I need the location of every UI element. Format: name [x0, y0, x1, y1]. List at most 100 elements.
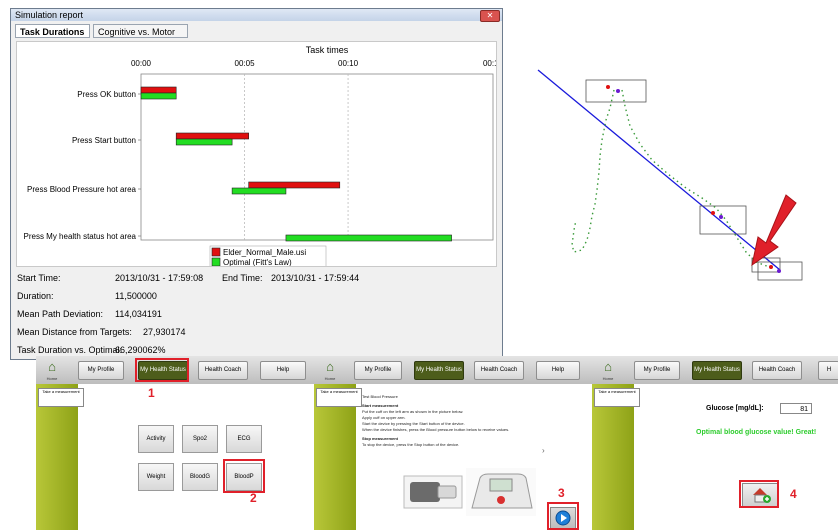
nav-help[interactable]: Help — [260, 361, 306, 380]
category-label: Press My health status hot area — [24, 232, 137, 241]
glucose-value-field[interactable]: 81 — [780, 403, 812, 414]
nav-my-health-status[interactable]: My Health Status — [692, 361, 742, 380]
red-arrow-icon — [751, 194, 797, 267]
path-deviation-value: 114,034191 — [115, 309, 162, 319]
tab-label: Task Durations — [20, 27, 85, 37]
distance-row: Mean Distance from Targets: 27,930174 — [17, 327, 186, 337]
cuff-image — [403, 475, 463, 509]
home-label: Home — [46, 376, 58, 381]
bar-optimal — [175, 138, 233, 146]
nav-help-partial[interactable]: H — [818, 361, 838, 380]
ratio-value: 66,290062% — [115, 345, 166, 355]
tick-label: 00:00 — [131, 59, 152, 68]
home-icon[interactable]: ⌂ Home — [598, 360, 618, 382]
glucose-label: Glucose [mg/dL]: — [706, 405, 764, 412]
close-icon[interactable]: ✕ — [480, 10, 500, 22]
bar-elder — [248, 181, 341, 189]
side-strip: Take a measurement — [592, 384, 640, 530]
distance-value: 27,930174 — [143, 327, 186, 337]
duration-label: Duration: — [17, 291, 54, 301]
step-number-4: 4 — [790, 487, 797, 501]
home-icon[interactable]: ⌂ Home — [42, 360, 62, 382]
optimal-path-line — [537, 69, 781, 271]
tick-label: 00:10 — [338, 59, 359, 68]
legend-swatch — [211, 257, 221, 267]
point-red — [711, 211, 715, 215]
distance-label: Mean Distance from Targets: — [17, 327, 132, 337]
end-time-label: End Time: — [222, 273, 263, 283]
panel-glucose-result: ⌂ Home My Profile My Health Status Health… — [592, 356, 838, 530]
home-icon[interactable]: ⌂ Home — [320, 360, 340, 382]
take-measurement-button[interactable]: Take a measurement — [594, 388, 640, 407]
bar-elder — [140, 86, 177, 94]
selection-highlight-4 — [739, 480, 779, 508]
tile-bloodg[interactable]: BloodG — [182, 463, 218, 491]
tab-cognitive-vs-motor[interactable]: Cognitive vs. Motor — [93, 24, 188, 38]
step-number-3: 3 — [558, 486, 565, 500]
monitor-image — [466, 468, 536, 516]
chart-title: Task times — [306, 45, 349, 55]
tile-spo2[interactable]: Spo2 — [182, 425, 218, 453]
side-strip: Take a measurement — [314, 384, 362, 530]
nav-my-profile[interactable]: My Profile — [354, 361, 402, 380]
tile-ecg[interactable]: ECG — [226, 425, 262, 453]
start-time-value: 2013/10/31 - 17:59:08 — [115, 273, 204, 283]
plot-area — [140, 73, 494, 241]
category-label: Press Start button — [72, 136, 136, 145]
tile-weight[interactable]: Weight — [138, 463, 174, 491]
nav-my-profile[interactable]: My Profile — [78, 361, 124, 380]
start-time-row: Start Time: 2013/10/31 - 17:59:08 End Ti… — [17, 273, 359, 283]
glucose-message: Optimal blood glucose value! Great! — [696, 429, 817, 436]
bar-optimal — [231, 187, 287, 195]
user-trajectory-1 — [571, 89, 615, 253]
category-label: Press Blood Pressure hot area — [27, 185, 136, 194]
point-red — [606, 85, 610, 89]
ratio-row: Task Duration vs. Optimal: 66,290062% — [17, 345, 166, 355]
start-time-label: Start Time: — [17, 273, 61, 283]
nav-my-health-status[interactable]: My Health Status — [414, 361, 464, 380]
point-purple — [777, 269, 781, 273]
nav-help[interactable]: Help — [536, 361, 580, 380]
tick-label: 00:17 — [483, 59, 496, 68]
step-4: When the device finishes, press the Bloo… — [362, 427, 510, 432]
tile-activity[interactable]: Activity — [138, 425, 174, 453]
category-label: Press OK button — [77, 90, 136, 99]
tab-task-durations[interactable]: Task Durations ✕ — [15, 24, 105, 38]
step-number-2: 2 — [250, 491, 257, 505]
take-measurement-button[interactable]: Take a measurement — [38, 388, 84, 407]
selection-highlight-3 — [547, 502, 579, 530]
tab-label: Cognitive vs. Motor — [98, 27, 176, 37]
duration-value: 11,500000 — [115, 291, 157, 301]
chart-svg: Task times 00:00 00:05 00:10 00:17 Press OK b… — [24, 45, 504, 269]
chevron-right-icon[interactable]: › — [542, 446, 545, 455]
bar-elder — [175, 132, 249, 140]
instructions: Test Blood Pressure Start measurement Pu… — [362, 394, 552, 448]
stop-text: To stop the device, press the Stop butto… — [362, 442, 460, 447]
selection-highlight-1 — [135, 358, 189, 382]
take-measurement-button[interactable]: Take a measurement — [316, 388, 362, 407]
selection-highlight-2 — [223, 459, 265, 493]
nav-bar: ⌂ Home My Profile My Health Status Health… — [592, 356, 838, 384]
nav-bar: ⌂ Home My Profile My Health Status Health… — [314, 356, 592, 384]
point-purple — [719, 215, 723, 219]
home-label: Home — [324, 376, 336, 381]
legend-entry: Optimal (Fitt's Law) — [223, 258, 292, 266]
end-time-value: 2013/10/31 - 17:59:44 — [271, 273, 360, 283]
ratio-label: Task Duration vs. Optimal: — [17, 345, 123, 355]
path-deviation-label: Mean Path Deviation: — [17, 309, 104, 319]
path-deviation-row: Mean Path Deviation: 114,034191 — [17, 309, 162, 319]
instructions-heading: Test Blood Pressure — [362, 394, 398, 399]
step-number-1: 1 — [148, 386, 155, 400]
nav-health-coach[interactable]: Health Coach — [474, 361, 524, 380]
legend-entry: Elder_Normal_Male.usi — [223, 248, 306, 257]
panel-my-health-status: ⌂ Home My Profile My Health Status Health… — [36, 356, 314, 530]
tick-label: 00:05 — [235, 59, 256, 68]
duration-row: Duration: 11,500000 — [17, 291, 157, 301]
nav-my-profile[interactable]: My Profile — [634, 361, 680, 380]
legend-swatch — [211, 247, 221, 257]
bar-optimal — [285, 234, 452, 242]
nav-health-coach[interactable]: Health Coach — [198, 361, 248, 380]
task-times-chart: Task times 00:00 00:05 00:10 00:17 Press OK b… — [16, 41, 504, 269]
bar-optimal — [140, 92, 177, 100]
nav-health-coach[interactable]: Health Coach — [752, 361, 802, 380]
